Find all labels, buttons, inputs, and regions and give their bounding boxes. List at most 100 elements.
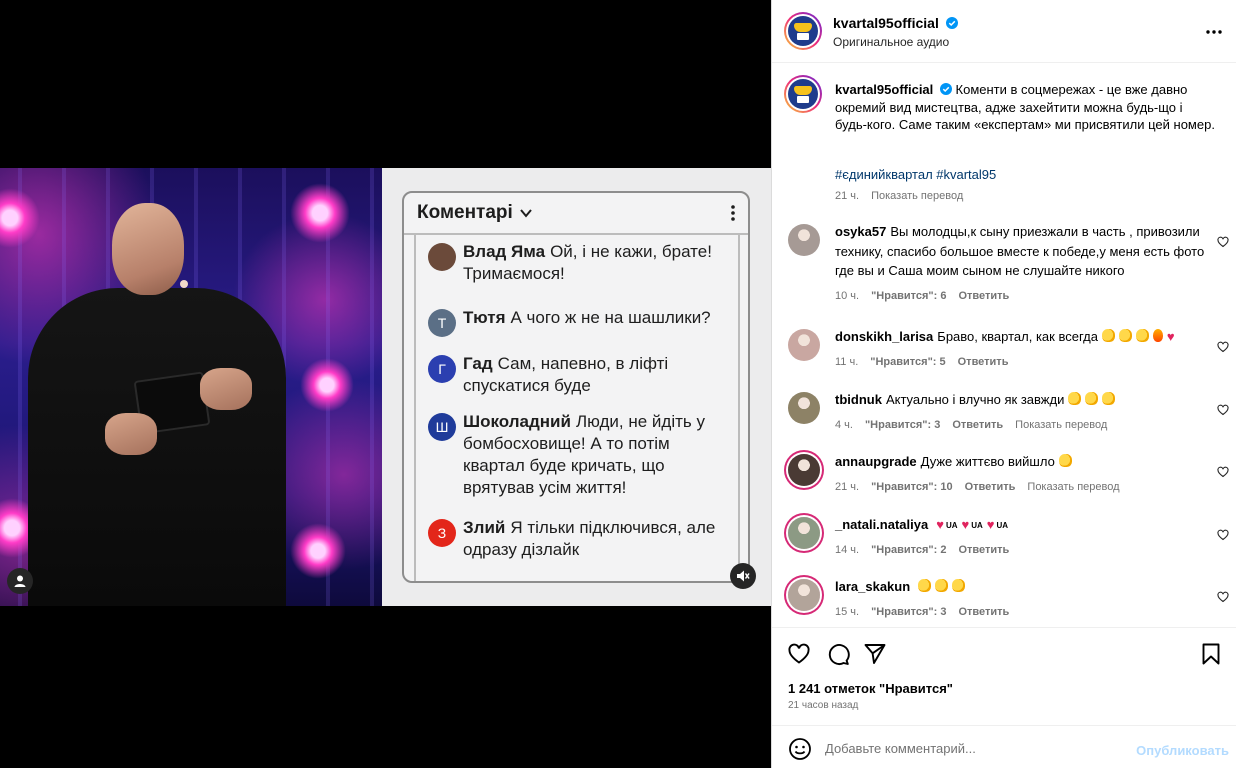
- speaker-muted-icon: [737, 570, 750, 582]
- card-comments-list: Влад Яма Ой, і не кажи, брате! Тримаємося…: [414, 235, 740, 581]
- ua-flag-label: UA: [996, 521, 1009, 530]
- comment-reply[interactable]: Ответить: [958, 544, 1009, 556]
- comment-likes[interactable]: "Нравится": 3: [871, 606, 946, 618]
- posted-time[interactable]: 21 часов назад: [788, 700, 858, 711]
- comment-time[interactable]: 4 ч.: [835, 419, 853, 431]
- commenter-username[interactable]: lara_skakun: [835, 579, 910, 594]
- comment-like-heart-icon[interactable]: [1217, 529, 1229, 541]
- commenter-avatar[interactable]: [788, 579, 820, 611]
- comment-like-heart-icon[interactable]: [1217, 341, 1229, 353]
- comment-time[interactable]: 10 ч.: [835, 290, 859, 302]
- card-comment: Влад Яма Ой, і не кажи, брате! Тримаємося…: [428, 241, 733, 285]
- clapping-hands-emoji-icon: [952, 579, 966, 592]
- comment-text: annaupgrade Дуже життєво вийшло: [835, 452, 1205, 472]
- red-heart-emoji-icon: ♥: [961, 517, 970, 532]
- caption-translate-link[interactable]: Показать перевод: [871, 190, 963, 202]
- red-heart-emoji-icon: ♥: [986, 517, 995, 532]
- comment-likes[interactable]: "Нравится": 6: [871, 290, 946, 302]
- card-comment-author: Влад Яма: [463, 242, 546, 261]
- audio-link[interactable]: Оригинальное аудио: [833, 35, 949, 49]
- comment-text: _natali.nataliya ♥ UA ♥ UA ♥ UA: [835, 515, 1205, 536]
- comment-meta: 10 ч. "Нравится": 6 Ответить: [835, 290, 1009, 302]
- person-icon: [14, 575, 26, 587]
- commenter-username[interactable]: tbidnuk: [835, 392, 882, 407]
- commenter-username[interactable]: annaupgrade: [835, 454, 917, 469]
- comment-time[interactable]: 15 ч.: [835, 606, 859, 618]
- commenter-username[interactable]: osyka57: [835, 224, 886, 239]
- commenter-avatar[interactable]: [788, 329, 820, 361]
- comment-time[interactable]: 11 ч.: [835, 356, 858, 368]
- comment-meta: 21 ч. "Нравится": 10 Ответить Показать пере…: [835, 481, 1120, 493]
- comment-like-heart-icon[interactable]: [1217, 591, 1229, 603]
- comment-reply[interactable]: Ответить: [958, 290, 1009, 302]
- author-username[interactable]: kvartal95official: [833, 15, 939, 31]
- share-icon[interactable]: [863, 642, 887, 666]
- card-comment: З Злий Я тільки підключився, але одразу ді…: [428, 517, 733, 561]
- mute-button[interactable]: [730, 563, 756, 589]
- comment-translate-link[interactable]: Показать перевод: [1027, 481, 1119, 493]
- media-pane[interactable]: Коментарі Влад Яма Ой, і не кажи, брате! …: [0, 0, 771, 768]
- card-comment-text: Злий Я тільки підключився, але одразу діз…: [463, 517, 733, 561]
- card-comment-text: Тютя А чого ж не на шашлики?: [463, 307, 733, 337]
- comment-icon[interactable]: [826, 642, 850, 666]
- comment-meta: 15 ч. "Нравится": 3 Ответить: [835, 606, 1009, 618]
- author-avatar[interactable]: 95: [784, 12, 822, 50]
- caption-time[interactable]: 21 ч.: [835, 190, 859, 202]
- stage-scene: [0, 168, 382, 606]
- comment-composer: Опубликовать: [772, 725, 1236, 768]
- comments-card: Коментарі Влад Яма Ой, і не кажи, брате! …: [402, 191, 750, 583]
- commenter-avatar[interactable]: [788, 454, 820, 486]
- headset-mic: [180, 280, 188, 288]
- publish-button[interactable]: Опубликовать: [1136, 743, 1229, 758]
- post-sidebar: 95 kvartal95official Оригинальное аудио …: [771, 0, 1236, 768]
- more-options-icon[interactable]: [1205, 24, 1223, 40]
- comment-likes[interactable]: "Нравится": 10: [871, 481, 952, 493]
- comment-likes[interactable]: "Нравится": 3: [865, 419, 940, 431]
- clapping-hands-emoji-icon: [1102, 392, 1116, 405]
- comment-text: tbidnuk Актуально і влучно як завжди: [835, 390, 1205, 410]
- card-comment-avatar: З: [428, 519, 456, 547]
- caption-author-avatar[interactable]: 95: [784, 75, 822, 113]
- emoji-picker-icon[interactable]: [788, 737, 812, 761]
- likes-count[interactable]: 1 241 отметок "Нравится": [788, 681, 953, 696]
- comment-meta: 14 ч. "Нравится": 2 Ответить: [835, 544, 1009, 556]
- comment-likes[interactable]: "Нравится": 2: [871, 544, 946, 556]
- comment-reply[interactable]: Ответить: [952, 419, 1003, 431]
- comment-likes[interactable]: "Нравится": 5: [870, 356, 945, 368]
- comment-body: Актуально і влучно як завжди: [885, 392, 1065, 407]
- user-tag-button[interactable]: [7, 568, 33, 594]
- clapping-hands-emoji-icon: [1118, 329, 1132, 342]
- comment-like-heart-icon[interactable]: [1217, 236, 1229, 248]
- card-comment-avatar: Ш: [428, 413, 456, 441]
- comment-reply[interactable]: Ответить: [965, 481, 1016, 493]
- like-heart-icon[interactable]: [787, 642, 811, 666]
- video-frame[interactable]: Коментарі Влад Яма Ой, і не кажи, брате! …: [0, 168, 771, 606]
- commenter-username[interactable]: _natali.nataliya: [835, 517, 928, 532]
- card-comment-author: Тютя: [463, 308, 506, 327]
- comment-body: Вы молодцы,к сыну приезжали в часть , пр…: [835, 224, 1205, 278]
- comment-translate-link[interactable]: Показать перевод: [1015, 419, 1107, 431]
- clapping-hands-emoji-icon: [1135, 329, 1149, 342]
- card-comment-author: Злий: [463, 518, 506, 537]
- caption-hashtags[interactable]: #єдинийквартал #kvartal95: [835, 167, 996, 182]
- clapping-hands-emoji-icon: [1101, 329, 1115, 342]
- caption-username[interactable]: kvartal95official: [835, 82, 933, 97]
- comment-reply[interactable]: Ответить: [958, 356, 1009, 368]
- comment-like-heart-icon[interactable]: [1217, 404, 1229, 416]
- save-bookmark-icon[interactable]: [1199, 642, 1223, 666]
- comment-time[interactable]: 21 ч.: [835, 481, 859, 493]
- commenter-avatar[interactable]: [788, 517, 820, 549]
- commenter-username[interactable]: donskikh_larisa: [835, 329, 933, 344]
- card-comment: Т Тютя А чого ж не на шашлики?: [428, 307, 733, 337]
- card-comment-body: А чого ж не на шашлики?: [510, 308, 711, 327]
- clapping-hands-emoji-icon: [918, 579, 932, 592]
- comments-scroll[interactable]: 95 kvartal95official Коменти в соцмережа…: [772, 63, 1236, 627]
- comment-input[interactable]: [825, 738, 1125, 758]
- commenter-avatar[interactable]: [788, 392, 820, 424]
- comment-meta: 4 ч. "Нравится": 3 Ответить Показать перево…: [835, 419, 1107, 431]
- card-comment-avatar: Т: [428, 309, 456, 337]
- comment-reply[interactable]: Ответить: [958, 606, 1009, 618]
- commenter-avatar[interactable]: [788, 224, 820, 256]
- comment-like-heart-icon[interactable]: [1217, 466, 1229, 478]
- comment-time[interactable]: 14 ч.: [835, 544, 859, 556]
